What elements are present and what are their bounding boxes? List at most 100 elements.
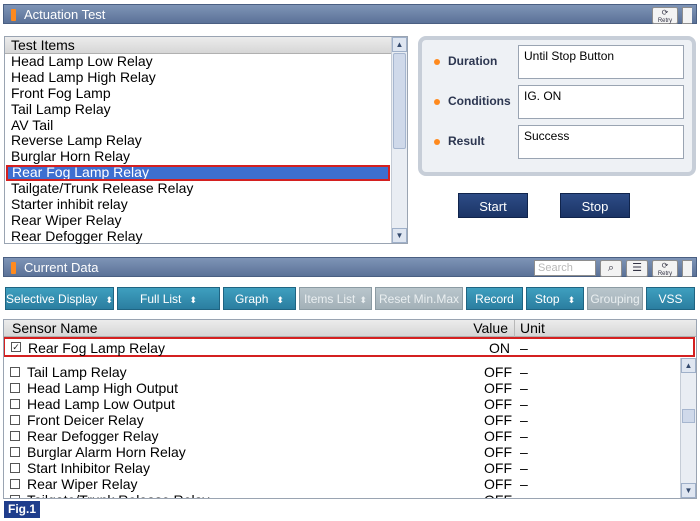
test-item[interactable]: Tailgate/Trunk Release Relay bbox=[5, 180, 391, 197]
dropdown-caret-icon: ⬍ bbox=[567, 295, 576, 305]
test-items-scrollbar[interactable]: ▲ ▼ bbox=[391, 37, 407, 243]
sensor-row[interactable]: Rear Defogger Relay OFF – bbox=[4, 428, 680, 444]
sensor-unit: – bbox=[520, 396, 528, 412]
sensor-name: Front Deicer Relay bbox=[27, 412, 144, 428]
test-item[interactable]: Head Lamp High Relay bbox=[5, 69, 391, 86]
conditions-row: Conditions IG. ON bbox=[430, 85, 690, 119]
test-item[interactable]: Head Lamp Low Relay bbox=[5, 53, 391, 70]
test-item[interactable]: Front Fog Lamp bbox=[5, 85, 391, 102]
test-item[interactable]: Burglar Horn Relay bbox=[5, 148, 391, 165]
sensor-value: OFF bbox=[484, 396, 512, 412]
checkbox-icon[interactable] bbox=[10, 463, 20, 473]
data-table-header: Sensor Name Value Unit bbox=[4, 320, 696, 337]
sensor-value: OFF bbox=[484, 380, 512, 396]
dropdown-caret-icon: ⬍ bbox=[276, 295, 284, 305]
sensor-value: OFF bbox=[484, 412, 512, 428]
column-divider bbox=[514, 320, 515, 337]
dropdown-caret-icon: ⬍ bbox=[189, 295, 197, 305]
checkbox-icon[interactable] bbox=[10, 415, 20, 425]
sensor-unit: – bbox=[520, 476, 528, 492]
bullet-icon bbox=[434, 99, 440, 105]
test-item[interactable]: AV Tail bbox=[5, 117, 391, 134]
sensor-unit: – bbox=[520, 428, 528, 444]
checkbox-icon[interactable] bbox=[10, 431, 20, 441]
test-items-list: Test Items Head Lamp Low Relay Head Lamp … bbox=[4, 36, 408, 244]
scroll-thumb[interactable] bbox=[393, 53, 406, 149]
checkbox-icon[interactable] bbox=[10, 383, 20, 393]
checkbox-icon[interactable] bbox=[10, 367, 20, 377]
test-item[interactable]: Rear Defogger Relay bbox=[5, 228, 391, 245]
checkbox-icon[interactable] bbox=[10, 495, 20, 498]
window-control-icon[interactable] bbox=[682, 259, 692, 277]
sensor-row[interactable]: Tail Lamp Relay OFF – bbox=[4, 364, 680, 380]
checkbox-icon[interactable] bbox=[10, 399, 20, 409]
sensor-row[interactable]: Tailgate/Trunk Release Relay OFF – bbox=[4, 492, 680, 498]
grouping-button[interactable]: Grouping bbox=[587, 287, 643, 310]
sensor-value: OFF bbox=[484, 444, 512, 460]
test-item[interactable]: Rear Wiper Relay bbox=[5, 212, 391, 229]
scroll-thumb[interactable] bbox=[682, 409, 695, 423]
test-item[interactable]: Starter inhibit relay bbox=[5, 196, 391, 213]
conditions-label: Conditions bbox=[448, 94, 511, 108]
scroll-up-icon[interactable]: ▲ bbox=[681, 358, 696, 373]
pinned-sensor-row[interactable]: ✓ Rear Fog Lamp Relay ON – bbox=[4, 337, 695, 357]
sensor-row[interactable]: Head Lamp High Output OFF – bbox=[4, 380, 680, 396]
full-list-button[interactable]: Full List ⬍ bbox=[117, 287, 220, 310]
result-label: Result bbox=[448, 134, 485, 148]
duration-label: Duration bbox=[448, 54, 498, 68]
sensor-row[interactable]: Head Lamp Low Output OFF – bbox=[4, 396, 680, 412]
sensor-row[interactable]: Burglar Alarm Horn Relay OFF – bbox=[4, 444, 680, 460]
sensor-value: OFF bbox=[484, 364, 512, 380]
stop-button[interactable]: Stop bbox=[560, 193, 630, 218]
list-view-button[interactable]: ☰ bbox=[626, 259, 648, 277]
sensor-name: Burglar Alarm Horn Relay bbox=[27, 444, 186, 460]
stop-data-label: Stop bbox=[534, 292, 560, 306]
sensor-name: Tail Lamp Relay bbox=[27, 364, 127, 380]
checkbox-icon[interactable] bbox=[10, 447, 20, 457]
result-value: Success bbox=[518, 125, 684, 159]
unit-column: Unit bbox=[520, 320, 545, 336]
sensor-name-column: Sensor Name bbox=[12, 320, 98, 336]
figure-label: Fig.1 bbox=[4, 501, 40, 518]
test-items-container: Head Lamp Low Relay Head Lamp High Relay F… bbox=[5, 53, 407, 245]
start-button[interactable]: Start bbox=[458, 193, 528, 218]
data-rows-container: Tail Lamp Relay OFF – Head Lamp High Output… bbox=[4, 364, 696, 498]
test-item[interactable]: Rear Fog Lamp Relay bbox=[6, 164, 390, 182]
sensor-value: OFF bbox=[484, 492, 512, 498]
selective-display-button[interactable]: Selective Display ⬍ bbox=[5, 287, 114, 310]
duration-value: Until Stop Button bbox=[518, 45, 684, 79]
search-input[interactable]: Search bbox=[534, 260, 596, 276]
test-item[interactable]: Reverse Lamp Relay bbox=[5, 133, 391, 149]
search-button[interactable]: ⌕ bbox=[600, 259, 622, 277]
test-item[interactable]: Tail Lamp Relay bbox=[5, 101, 391, 118]
sensor-row[interactable]: Rear Wiper Relay OFF – bbox=[4, 476, 680, 492]
sensor-value: OFF bbox=[484, 476, 512, 492]
checkbox-checked-icon[interactable]: ✓ bbox=[11, 342, 21, 352]
checkbox-icon[interactable] bbox=[10, 479, 20, 489]
current-data-retry-button[interactable]: ⟳ Retry bbox=[652, 259, 678, 277]
sensor-name: Rear Fog Lamp Relay bbox=[28, 340, 165, 356]
graph-button[interactable]: Graph ⬍ bbox=[223, 287, 296, 310]
scroll-down-icon[interactable]: ▼ bbox=[681, 483, 696, 498]
current-data-table: Sensor Name Value Unit ✓ Rear Fog Lamp R… bbox=[3, 319, 697, 499]
current-data-title-bar: Current Data Search ⌕ ☰ ⟳ Retry bbox=[3, 257, 697, 277]
items-list-label: Items List bbox=[304, 292, 356, 306]
record-button[interactable]: Record bbox=[466, 287, 523, 310]
current-data-toolbar: Selective Display ⬍ Full List ⬍ Graph ⬍ Ite… bbox=[3, 287, 697, 311]
conditions-value: IG. ON bbox=[518, 85, 684, 119]
stop-data-button[interactable]: Stop ⬍ bbox=[526, 287, 584, 310]
sensor-unit: – bbox=[520, 460, 528, 476]
actuation-test-title: Actuation Test bbox=[24, 7, 106, 22]
sensor-name: Head Lamp Low Output bbox=[27, 396, 175, 412]
scroll-down-icon[interactable]: ▼ bbox=[392, 228, 407, 243]
sensor-row[interactable]: Front Deicer Relay OFF – bbox=[4, 412, 680, 428]
sensor-value: OFF bbox=[484, 428, 512, 444]
reset-min-max-button[interactable]: Reset Min.Max bbox=[375, 287, 463, 310]
scroll-up-icon[interactable]: ▲ bbox=[392, 37, 407, 52]
window-control-icon[interactable] bbox=[682, 6, 692, 24]
data-table-scrollbar[interactable]: ▲ ▼ bbox=[680, 358, 696, 498]
actuation-retry-button[interactable]: ⟳ Retry bbox=[652, 6, 678, 24]
sensor-row[interactable]: Start Inhibitor Relay OFF – bbox=[4, 460, 680, 476]
vss-button[interactable]: VSS bbox=[646, 287, 695, 310]
items-list-button[interactable]: Items List ⬍ bbox=[299, 287, 372, 310]
